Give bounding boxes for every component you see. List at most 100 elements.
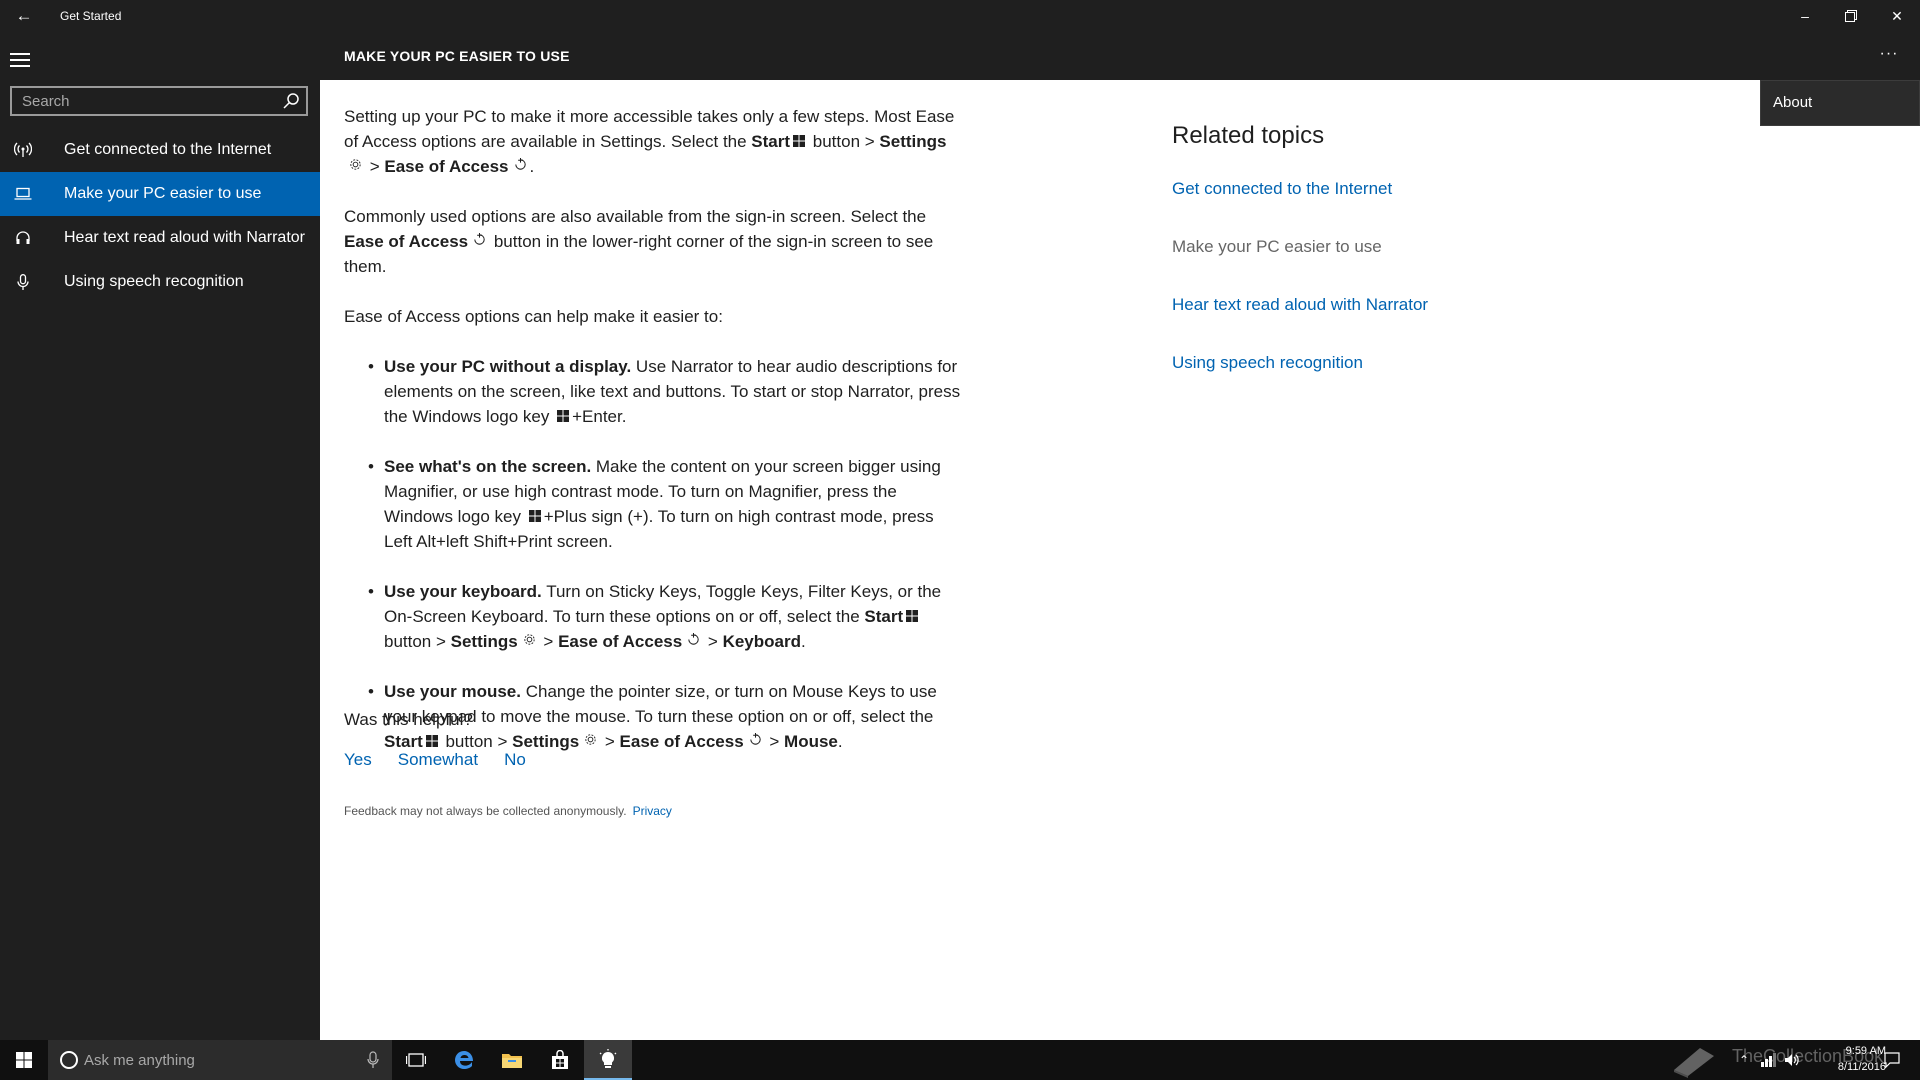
sidebar-item-speech-recognition[interactable]: Using speech recognition [0,260,320,304]
keyboard-term: Keyboard [722,632,801,651]
related-link-make-pc-easier: Make your PC easier to use [1172,237,1382,256]
sidebar-item-label: Hear text read aloud with Narrator [64,229,305,246]
windows-logo-icon [793,135,806,147]
text: button > [384,632,451,651]
about-menu-item[interactable]: About [1773,94,1812,111]
related-link-get-connected[interactable]: Get connected to the Internet [1172,176,1432,201]
clock-time: 9:59 AM [1845,1045,1886,1057]
article: Setting up your PC to make it more acces… [344,104,964,779]
text: button > [808,132,880,151]
article-paragraph: Setting up your PC to make it more acces… [344,104,964,179]
page-title: MAKE YOUR PC EASIER TO USE [344,48,570,64]
feedback-note-text: Feedback may not always be collected ano… [344,804,627,818]
hamburger-menu-button[interactable] [10,48,36,72]
windows-logo-icon [906,610,919,622]
restore-button[interactable] [1828,0,1874,32]
ease-of-access-term: Ease of Access [384,157,509,176]
more-icon: ··· [1879,45,1899,62]
headphones-icon [0,230,46,246]
feedback-buttons: Yes Somewhat No [344,750,1044,770]
taskbar-clock[interactable]: 9:59 AM 8/11/2016 [1816,1043,1886,1075]
sidebar-item-label: Get connected to the Internet [64,141,272,158]
task-view-icon [406,1053,426,1067]
show-hidden-icons-button[interactable]: ⌃ [1734,1050,1754,1070]
ease-of-access-icon [688,632,699,645]
sidebar-item-get-connected[interactable]: Get connected to the Internet [0,128,320,172]
text: > [538,632,559,651]
minimize-button[interactable]: – [1782,0,1828,32]
privacy-link[interactable]: Privacy [633,804,672,818]
network-icon[interactable] [1758,1050,1778,1070]
related-link-narrator[interactable]: Hear text read aloud with Narrator [1172,292,1432,317]
bullet-title: Use your keyboard. [384,582,542,601]
windows-logo-icon [557,410,570,422]
volume-icon[interactable] [1782,1050,1802,1070]
sidebar-item-narrator[interactable]: Hear text read aloud with Narrator [0,216,320,260]
hamburger-line [10,59,30,61]
ease-of-access-icon [474,232,485,245]
get-started-icon [599,1049,617,1068]
action-center-button[interactable] [1882,1050,1902,1070]
close-button[interactable]: ✕ [1874,0,1920,32]
start-term: Start [751,132,791,151]
search-box [10,86,308,116]
edge-icon [455,1051,473,1069]
more-options-button[interactable]: ··· [1874,40,1904,68]
ease-of-access-term: Ease of Access [558,632,683,651]
bullet-title: Use your mouse. [384,682,521,701]
microphone-icon[interactable] [366,1051,380,1069]
text: > [703,632,723,651]
windows-start-icon [16,1052,32,1068]
sidebar-item-make-pc-easier[interactable]: Make your PC easier to use [0,172,320,216]
laptop-icon [0,187,46,201]
wireless-antenna-icon [0,142,46,158]
article-paragraph: Commonly used options are also available… [344,204,964,279]
sidebar-item-label: Make your PC easier to use [64,185,262,202]
content-pane: Setting up your PC to make it more acces… [320,80,1920,1040]
action-center-icon [1884,1052,1900,1068]
settings-term: Settings [879,132,947,151]
store-icon [552,1050,568,1069]
more-options-flyout: About [1760,80,1920,126]
text: +Enter. [572,407,627,426]
sidebar-item-label: Using speech recognition [64,273,244,290]
gear-icon [350,159,361,170]
store-taskbar-button[interactable] [536,1040,584,1080]
microphone-icon [0,273,46,291]
edge-taskbar-button[interactable] [440,1040,488,1080]
bullet-title: Use your PC without a display. [384,357,632,376]
feedback-section: Was this helpful? Yes Somewhat No Feedba… [344,710,1044,818]
options-list: Use your PC without a display. Use Narra… [344,354,964,754]
page-header: MAKE YOUR PC EASIER TO USE ··· [320,32,1920,80]
task-view-button[interactable] [392,1040,440,1080]
text: > [365,157,385,176]
related-topics: Related topics Get connected to the Inte… [1172,122,1432,408]
search-input[interactable] [12,88,282,114]
search-icon[interactable] [282,92,300,110]
taskbar: Ask me anything TheCollectionBook ⌃ 9:59… [0,1040,1920,1080]
get-started-taskbar-button[interactable] [584,1040,632,1080]
text: . [801,632,806,651]
file-explorer-taskbar-button[interactable] [488,1040,536,1080]
watermark-logo [1674,1048,1714,1078]
feedback-note: Feedback may not always be collected ano… [344,804,1044,818]
start-button[interactable] [0,1040,48,1080]
feedback-somewhat-button[interactable]: Somewhat [398,750,478,770]
windows-logo-icon [528,510,541,522]
cortana-placeholder: Ask me anything [84,1052,195,1069]
start-term: Start [864,607,904,626]
related-link-speech-recognition[interactable]: Using speech recognition [1172,350,1432,375]
back-button[interactable]: ← [10,4,38,28]
close-icon: ✕ [1891,7,1903,24]
feedback-no-button[interactable]: No [504,750,526,770]
cortana-search-box[interactable]: Ask me anything [48,1040,392,1080]
list-item: Use your keyboard. Turn on Sticky Keys, … [368,579,964,654]
title-bar: ← Get Started – ✕ [0,0,1920,32]
bullet-title: See what's on the screen. [384,457,592,476]
file-explorer-icon [502,1054,522,1068]
minimize-icon: – [1801,8,1809,24]
feedback-yes-button[interactable]: Yes [344,750,372,770]
feedback-question: Was this helpful? [344,710,473,729]
hamburger-line [10,53,30,55]
back-arrow-icon: ← [15,6,33,25]
